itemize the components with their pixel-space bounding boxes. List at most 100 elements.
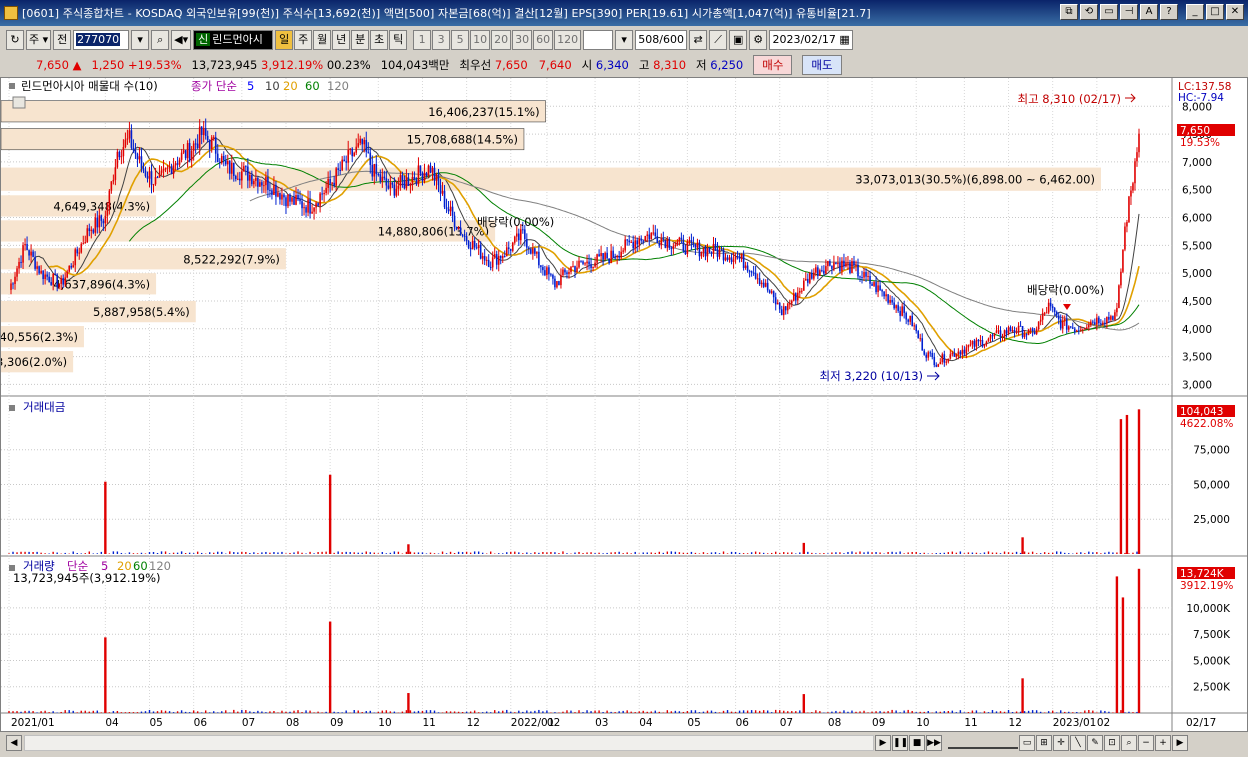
volume-bar (112, 711, 115, 713)
volume-bar (598, 710, 600, 713)
candle-body (706, 248, 709, 257)
period-tab-4[interactable]: 분 (351, 30, 370, 50)
interval-tab-20[interactable]: 20 (491, 30, 512, 50)
search-icon[interactable]: ⌕ (151, 30, 170, 50)
zoom-icon[interactable]: ⌕ (1121, 735, 1137, 751)
window-title: [0601] 주식종합차트 - KOSDAQ 외국인보유[99(천)] 주식수[… (22, 7, 871, 20)
type-select[interactable]: 주 ▾ (26, 30, 52, 50)
period-tab-5[interactable]: 초 (370, 30, 389, 50)
zoom-slider[interactable] (948, 737, 1018, 749)
candle-body (16, 268, 18, 277)
code-input[interactable]: 277070 (73, 30, 130, 50)
sell-button[interactable]: 매도 (802, 55, 842, 75)
candle-body (1136, 152, 1138, 162)
candle-body (168, 166, 171, 168)
count-field[interactable]: 508/600 (635, 30, 688, 50)
speaker-icon[interactable]: ◀▾ (171, 30, 192, 50)
pin-icon[interactable]: ⊣ (1120, 4, 1138, 20)
candle-body (901, 306, 903, 316)
volume-bar (140, 711, 143, 713)
candle-body (660, 238, 663, 246)
candle-body (323, 193, 325, 195)
candle-body (730, 257, 733, 262)
grid-icon[interactable]: ⊞ (1036, 735, 1052, 751)
minimize-icon[interactable]: _ (1186, 4, 1204, 20)
candle-body (837, 262, 839, 264)
low-arrow-icon (927, 371, 940, 381)
chart-area[interactable]: 16,406,237(15.1%) 15,708,688(14.5%) 33,073… (0, 77, 1248, 732)
save-icon[interactable]: ▣ (729, 30, 748, 50)
amount-bar (762, 552, 765, 554)
candle-body (146, 176, 149, 179)
stop-icon[interactable]: ■ (909, 735, 925, 751)
candle-body (1134, 161, 1136, 184)
period-tab-1[interactable]: 주 (294, 30, 313, 50)
date-tick-label: 03 (595, 717, 608, 729)
candle-body (1071, 327, 1074, 329)
period-tab-0[interactable]: 일 (275, 30, 294, 50)
interval-tab-60[interactable]: 60 (533, 30, 554, 50)
pause-icon[interactable]: ❚❚ (892, 735, 908, 751)
date-field[interactable]: 2023/02/17 ▦ (769, 30, 854, 50)
candle-body (281, 194, 283, 200)
period-tab-6[interactable]: 틱 (389, 30, 408, 50)
play-icon[interactable]: ▶ (875, 735, 891, 751)
amount-bar (931, 553, 933, 554)
amount-bar (353, 552, 355, 554)
horizontal-scrollbar[interactable] (24, 735, 874, 751)
candle-body (80, 243, 83, 253)
volume-bar (718, 712, 721, 713)
candle-body (40, 270, 42, 274)
candle-body (925, 354, 928, 358)
prev-button[interactable]: 전 (53, 30, 72, 50)
layout-icon[interactable]: ▭ (1019, 735, 1035, 751)
scroll-left-icon[interactable]: ◀ (6, 735, 22, 751)
crosshair-icon[interactable]: ✛ (1053, 735, 1069, 751)
volume-bar (1072, 712, 1074, 713)
volume-bar (24, 710, 26, 713)
interval-tab-10[interactable]: 10 (470, 30, 491, 50)
code-dropdown-icon[interactable]: ▾ (131, 30, 150, 50)
font-icon[interactable]: A (1140, 4, 1158, 20)
zoom-out-icon[interactable]: − (1138, 735, 1154, 751)
fast-forward-icon[interactable]: ▶▶ (926, 735, 942, 751)
volume-spike-bar (328, 621, 332, 713)
history-icon[interactable]: ↻ (6, 30, 24, 50)
amount-bar (273, 552, 275, 554)
period-tab-3[interactable]: 년 (332, 30, 351, 50)
interval-tab-30[interactable]: 30 (512, 30, 533, 50)
candle-body (760, 282, 763, 285)
candle-body (297, 195, 299, 200)
candle-body (72, 265, 75, 268)
table-icon[interactable] (12, 96, 26, 109)
close-icon[interactable]: ✕ (1226, 4, 1244, 20)
window-icon[interactable]: ▭ (1100, 4, 1118, 20)
amount-bar (766, 553, 769, 554)
interval-tab-3[interactable]: 3 (432, 30, 451, 50)
scroll-right-icon[interactable]: ▶ (1172, 735, 1188, 751)
candle-body (166, 167, 169, 169)
maximize-icon[interactable]: □ (1206, 4, 1224, 20)
zoom-in-icon[interactable]: + (1155, 735, 1171, 751)
refresh-icon[interactable]: ⟲ (1080, 4, 1098, 20)
expand-icon[interactable]: ⇄ (689, 30, 708, 50)
line-icon[interactable]: ╲ (1070, 735, 1086, 751)
custom-interval-input[interactable] (583, 30, 614, 50)
interval-tab-120[interactable]: 120 (554, 30, 582, 50)
restore-icon[interactable]: ⧉ (1060, 4, 1078, 20)
candle-body (48, 276, 50, 283)
candle-body (1017, 325, 1020, 332)
lock-icon[interactable]: ⊡ (1104, 735, 1120, 751)
buy-button[interactable]: 매수 (753, 55, 793, 75)
help-icon[interactable]: ? (1160, 4, 1178, 20)
stock-chart[interactable]: 16,406,237(15.1%) 15,708,688(14.5%) 33,073… (0, 78, 1247, 731)
interval-tab-1[interactable]: 1 (413, 30, 432, 50)
interval-tab-5[interactable]: 5 (451, 30, 470, 50)
period-tab-2[interactable]: 월 (313, 30, 332, 50)
date-tick-label: 07 (780, 717, 793, 729)
candle-body (696, 242, 699, 248)
interval-dropdown-icon[interactable]: ▾ (615, 30, 634, 50)
draw-icon[interactable]: ✎ (1087, 735, 1103, 751)
trend-icon[interactable]: ⟋ (709, 30, 728, 50)
settings-icon[interactable]: ⚙ (749, 30, 768, 50)
